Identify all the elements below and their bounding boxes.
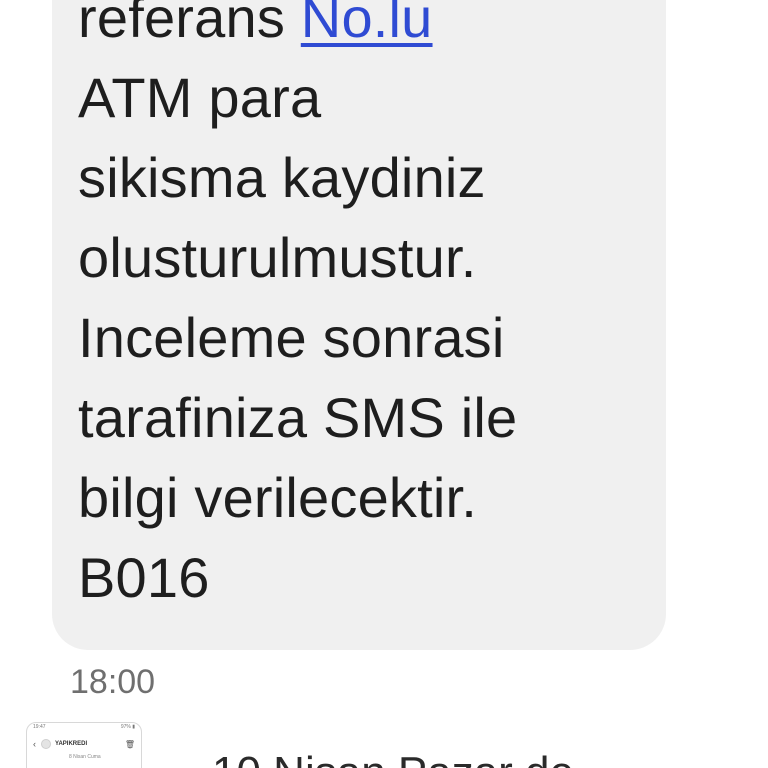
reference-number-link[interactable]: No.lu xyxy=(301,0,433,49)
message-timestamp: 18:00 xyxy=(70,663,156,701)
conversation-view: referans No.lu ATM para sikisma kaydiniz… xyxy=(0,0,768,768)
trash-icon: 🗑 xyxy=(124,739,135,749)
screenshot-attachment[interactable]: 19:47 97% ▮ ‹ YAPIKREDI 🗑 8 Nisan Cuma xyxy=(26,722,142,768)
chevron-left-icon: ‹ xyxy=(33,739,36,749)
message-line: ATM para xyxy=(78,66,322,129)
thumb-status-bar: 19:47 97% ▮ xyxy=(27,723,141,734)
thumb-status-battery: 97% ▮ xyxy=(120,724,135,730)
message-line: Inceleme sonrasi xyxy=(78,306,505,369)
message-line: referans No.lu xyxy=(78,0,517,58)
message-line: sikisma kaydiniz xyxy=(78,146,486,209)
message-line: tarafiniza SMS ile xyxy=(78,386,518,449)
message-line: B016 xyxy=(78,546,210,609)
message-text-segment: referans xyxy=(78,0,301,49)
message-line: olusturulmustur. xyxy=(78,226,477,289)
message-line: bilgi verilecektir. xyxy=(78,466,478,529)
avatar xyxy=(41,739,51,749)
thumb-header: ‹ YAPIKREDI 🗑 xyxy=(27,734,141,754)
thumb-status-time: 19:47 xyxy=(33,724,46,730)
thumb-date-label: 8 Nisan Cuma xyxy=(69,754,101,760)
message-text: referans No.lu ATM para sikisma kaydiniz… xyxy=(78,0,517,618)
next-message-preview: 10 Nisan Pazar de xyxy=(212,748,574,768)
thumb-contact-title: YAPIKREDI xyxy=(55,741,88,747)
